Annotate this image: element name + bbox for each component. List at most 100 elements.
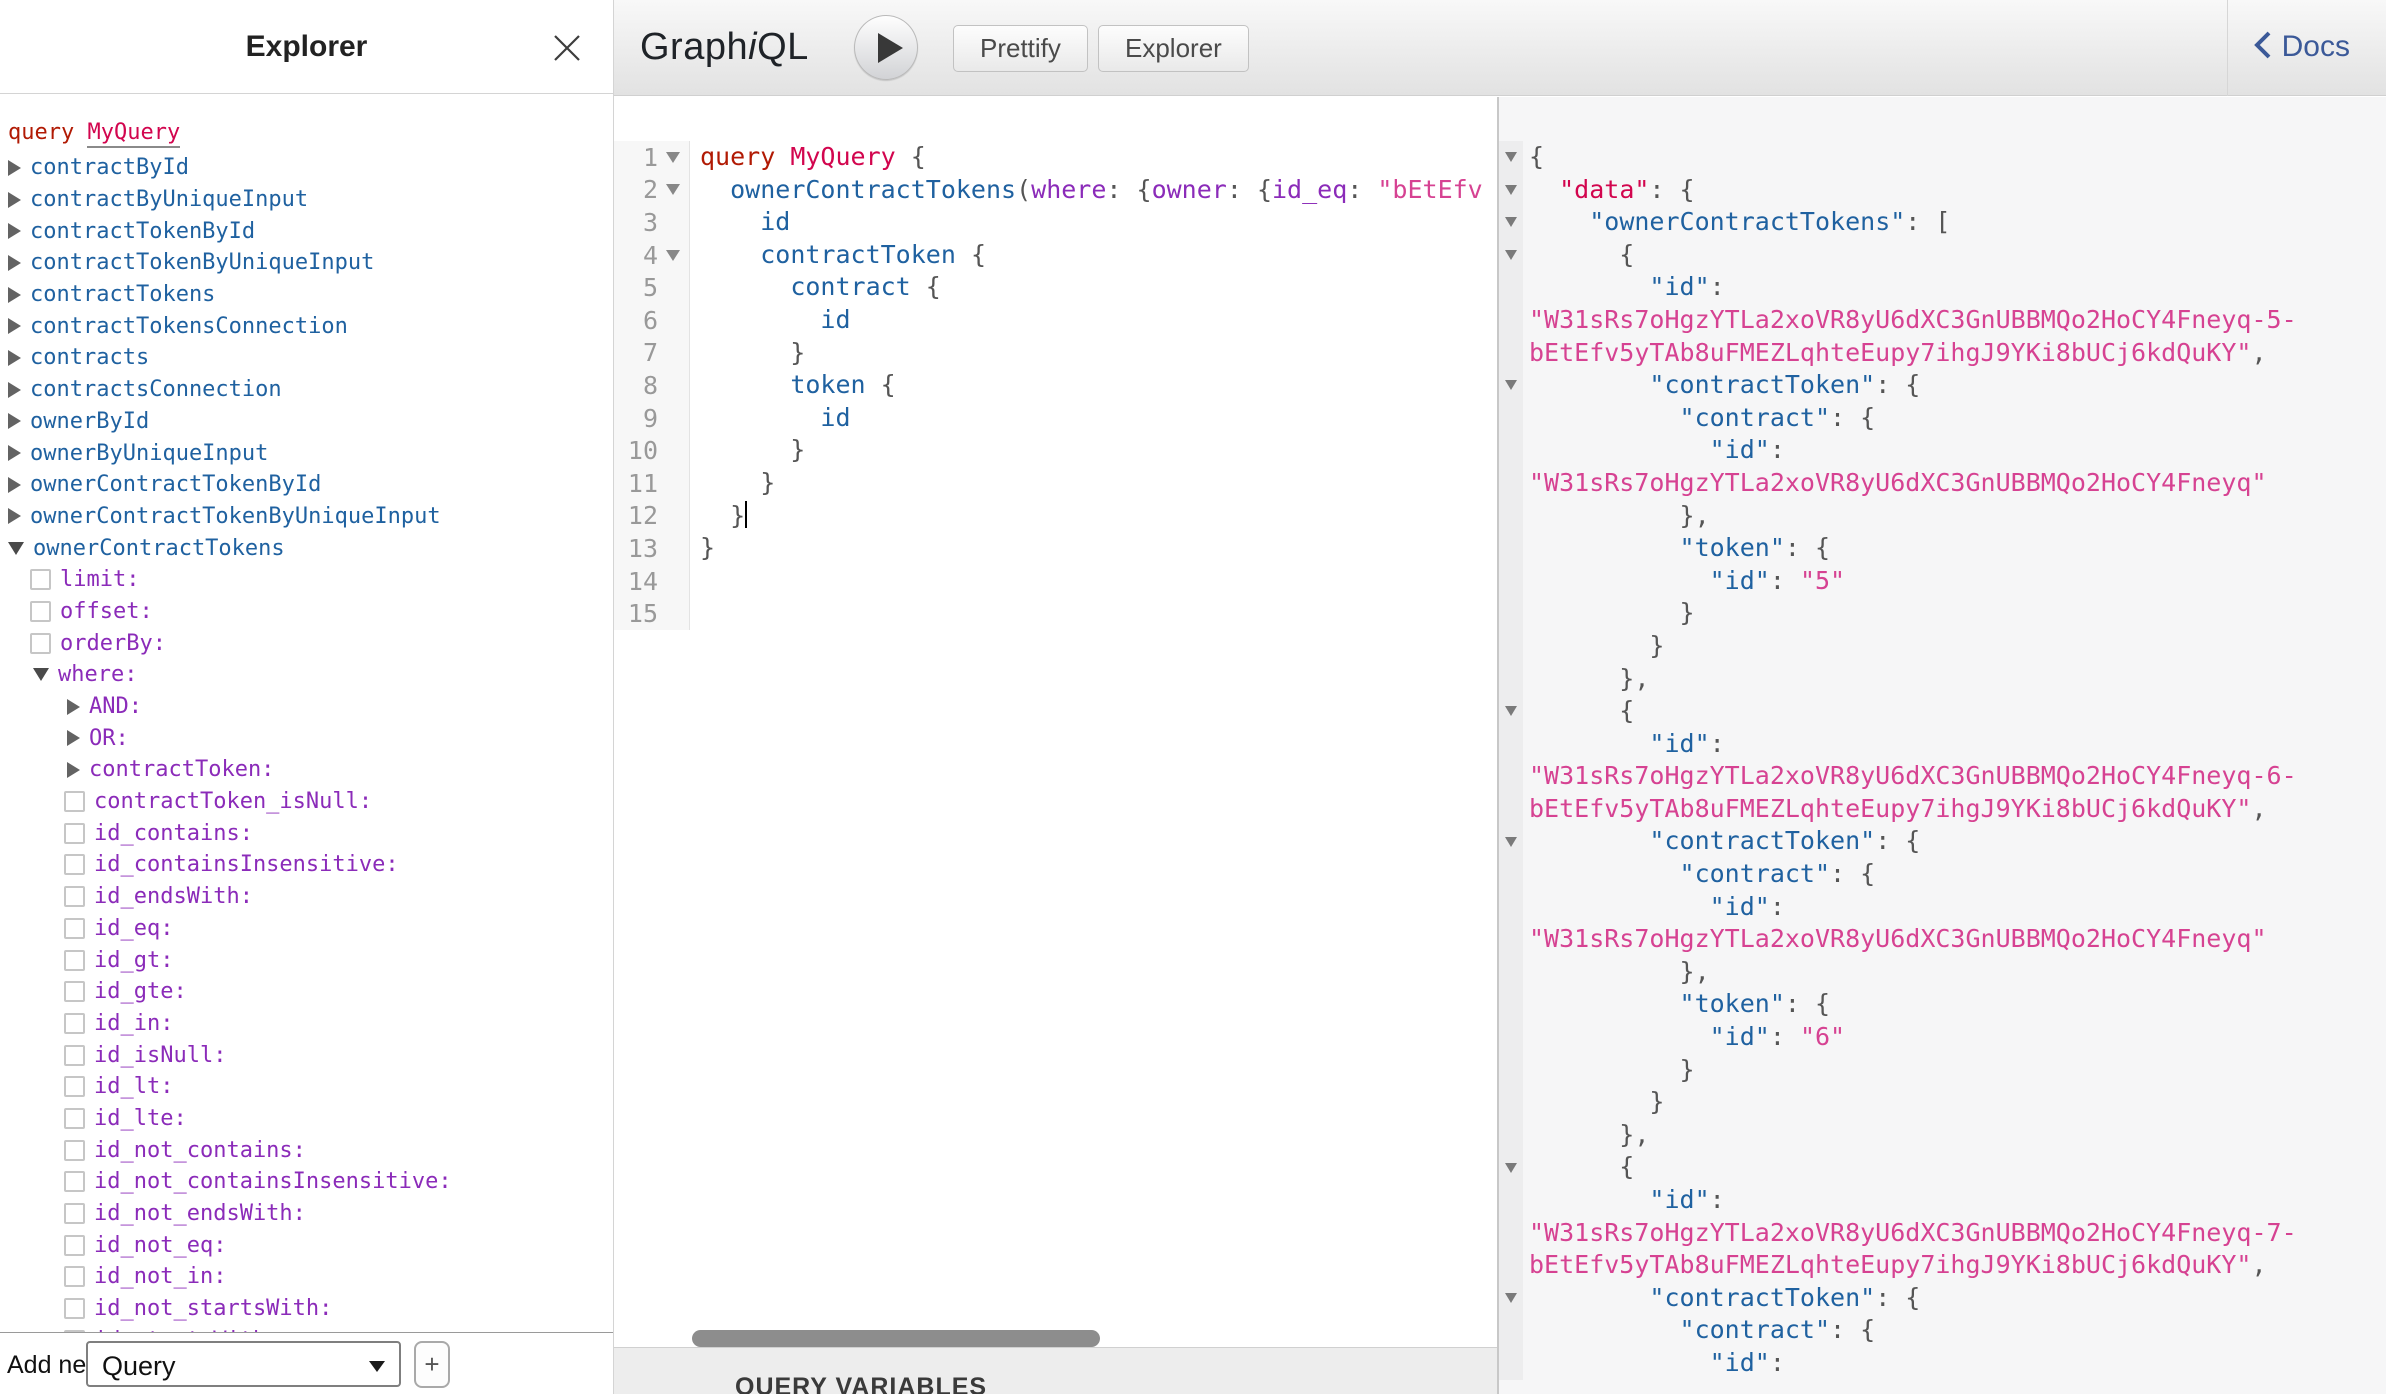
editor-line[interactable]: contractToken { — [700, 239, 1497, 272]
explorer-field-row[interactable]: id_not_eq: — [0, 1229, 613, 1261]
fold-arrow-icon[interactable] — [1505, 1163, 1517, 1173]
explorer-field-row[interactable]: contractTokensConnection — [0, 310, 613, 342]
explorer-field-row[interactable]: id_gte: — [0, 976, 613, 1008]
explorer-field-row[interactable]: contractTokens — [0, 279, 613, 311]
fold-arrow-icon[interactable] — [1505, 185, 1517, 195]
fold-arrow-icon[interactable] — [666, 152, 680, 163]
editor-line[interactable]: } — [700, 500, 1497, 533]
editor-line[interactable]: query MyQuery { — [700, 141, 1497, 174]
editor-lines[interactable]: query MyQuery { ownerContractTokens(wher… — [690, 141, 1497, 630]
field-checkbox[interactable] — [64, 1140, 85, 1161]
explorer-field-row[interactable]: id_isNull: — [0, 1039, 613, 1071]
field-checkbox[interactable] — [64, 1045, 85, 1066]
explorer-field-row[interactable]: id_contains: — [0, 817, 613, 849]
explorer-field-row[interactable]: ownerById — [0, 406, 613, 438]
explorer-field-row[interactable]: id_not_startsWith: — [0, 1293, 613, 1325]
prettify-button[interactable]: Prettify — [953, 25, 1088, 72]
expand-arrow-icon[interactable] — [8, 318, 21, 334]
field-checkbox[interactable] — [30, 569, 51, 590]
expand-arrow-icon[interactable] — [8, 255, 21, 271]
field-checkbox[interactable] — [30, 601, 51, 622]
editor-line[interactable]: } — [700, 434, 1497, 467]
explorer-field-row[interactable]: contracts — [0, 342, 613, 374]
field-checkbox[interactable] — [64, 1076, 85, 1097]
field-checkbox[interactable] — [64, 1108, 85, 1129]
field-checkbox[interactable] — [64, 1235, 85, 1256]
field-checkbox[interactable] — [64, 981, 85, 1002]
explorer-field-row[interactable]: id_containsInsensitive: — [0, 849, 613, 881]
explorer-toggle-button[interactable]: Explorer — [1098, 25, 1249, 72]
operation-type-select[interactable]: Query — [86, 1341, 401, 1387]
explorer-field-row[interactable]: orderBy: — [0, 627, 613, 659]
field-checkbox[interactable] — [64, 1171, 85, 1192]
explorer-field-row[interactable]: contractById — [0, 152, 613, 184]
query-editor[interactable]: 123456789101112131415 query MyQuery { ow… — [614, 97, 1497, 1347]
expand-arrow-icon[interactable] — [8, 382, 21, 398]
explorer-field-row[interactable]: id_not_in: — [0, 1261, 613, 1293]
execute-button[interactable] — [854, 15, 918, 80]
explorer-field-row[interactable]: id_not_endsWith: — [0, 1198, 613, 1230]
field-checkbox[interactable] — [64, 950, 85, 971]
close-icon[interactable] — [549, 30, 585, 66]
explorer-field-row[interactable]: contractByUniqueInput — [0, 184, 613, 216]
fold-arrow-icon[interactable] — [1505, 837, 1517, 847]
explorer-field-row[interactable]: offset: — [0, 596, 613, 628]
editor-line[interactable]: contract { — [700, 271, 1497, 304]
field-checkbox[interactable] — [64, 1266, 85, 1287]
collapse-arrow-icon[interactable] — [33, 668, 49, 681]
expand-arrow-icon[interactable] — [67, 699, 80, 715]
expand-arrow-icon[interactable] — [67, 730, 80, 746]
explorer-field-row[interactable]: limit: — [0, 564, 613, 596]
editor-line[interactable] — [700, 597, 1497, 630]
fold-arrow-icon[interactable] — [1505, 152, 1517, 162]
editor-line[interactable]: } — [700, 337, 1497, 370]
expand-arrow-icon[interactable] — [8, 192, 21, 208]
explorer-field-row[interactable]: AND: — [0, 691, 613, 723]
explorer-field-row[interactable]: id_eq: — [0, 913, 613, 945]
docs-link[interactable]: Docs — [2252, 30, 2350, 64]
field-checkbox[interactable] — [64, 1013, 85, 1034]
explorer-field-row[interactable]: contractTokenById — [0, 215, 613, 247]
explorer-field-row[interactable]: id_endsWith: — [0, 881, 613, 913]
explorer-field-row[interactable]: id_startsWith: — [0, 1324, 613, 1332]
explorer-field-row[interactable]: contractToken: — [0, 754, 613, 786]
field-checkbox[interactable] — [64, 791, 85, 812]
fold-arrow-icon[interactable] — [666, 250, 680, 261]
explorer-field-row[interactable]: contractTokenByUniqueInput — [0, 247, 613, 279]
explorer-field-row[interactable]: contractsConnection — [0, 374, 613, 406]
expand-arrow-icon[interactable] — [67, 762, 80, 778]
explorer-field-row[interactable]: OR: — [0, 722, 613, 754]
fold-arrow-icon[interactable] — [1505, 380, 1517, 390]
field-checkbox[interactable] — [64, 918, 85, 939]
explorer-field-row[interactable]: ownerByUniqueInput — [0, 437, 613, 469]
expand-arrow-icon[interactable] — [8, 287, 21, 303]
editor-line[interactable]: ownerContractTokens(where: {owner: {id_e… — [700, 174, 1497, 207]
explorer-field-row[interactable]: id_lte: — [0, 1103, 613, 1135]
field-checkbox[interactable] — [64, 886, 85, 907]
fold-arrow-icon[interactable] — [666, 184, 680, 195]
explorer-field-row[interactable]: where: — [0, 659, 613, 691]
editor-line[interactable]: id — [700, 206, 1497, 239]
explorer-field-row[interactable]: ownerContractTokenByUniqueInput — [0, 501, 613, 533]
field-checkbox[interactable] — [64, 1298, 85, 1319]
field-checkbox[interactable] — [64, 1203, 85, 1224]
explorer-field-row[interactable]: id_lt: — [0, 1071, 613, 1103]
query-variables-bar[interactable]: QUERY VARIABLES — [614, 1347, 1497, 1394]
fold-arrow-icon[interactable] — [1505, 1293, 1517, 1303]
explorer-field-row[interactable]: ownerContractTokenById — [0, 469, 613, 501]
editor-line[interactable] — [700, 565, 1497, 598]
expand-arrow-icon[interactable] — [8, 508, 21, 524]
field-checkbox[interactable] — [64, 854, 85, 875]
editor-line[interactable]: } — [700, 467, 1497, 500]
editor-line[interactable]: id — [700, 402, 1497, 435]
fold-arrow-icon[interactable] — [1505, 250, 1517, 260]
fold-arrow-icon[interactable] — [1505, 217, 1517, 227]
editor-line[interactable]: id — [700, 304, 1497, 337]
fold-arrow-icon[interactable] — [1505, 706, 1517, 716]
field-checkbox[interactable] — [30, 633, 51, 654]
operation-name-field[interactable]: MyQuery — [87, 120, 180, 148]
explorer-field-row[interactable]: id_not_containsInsensitive: — [0, 1166, 613, 1198]
expand-arrow-icon[interactable] — [8, 413, 21, 429]
explorer-field-row[interactable]: contractToken_isNull: — [0, 786, 613, 818]
expand-arrow-icon[interactable] — [8, 350, 21, 366]
